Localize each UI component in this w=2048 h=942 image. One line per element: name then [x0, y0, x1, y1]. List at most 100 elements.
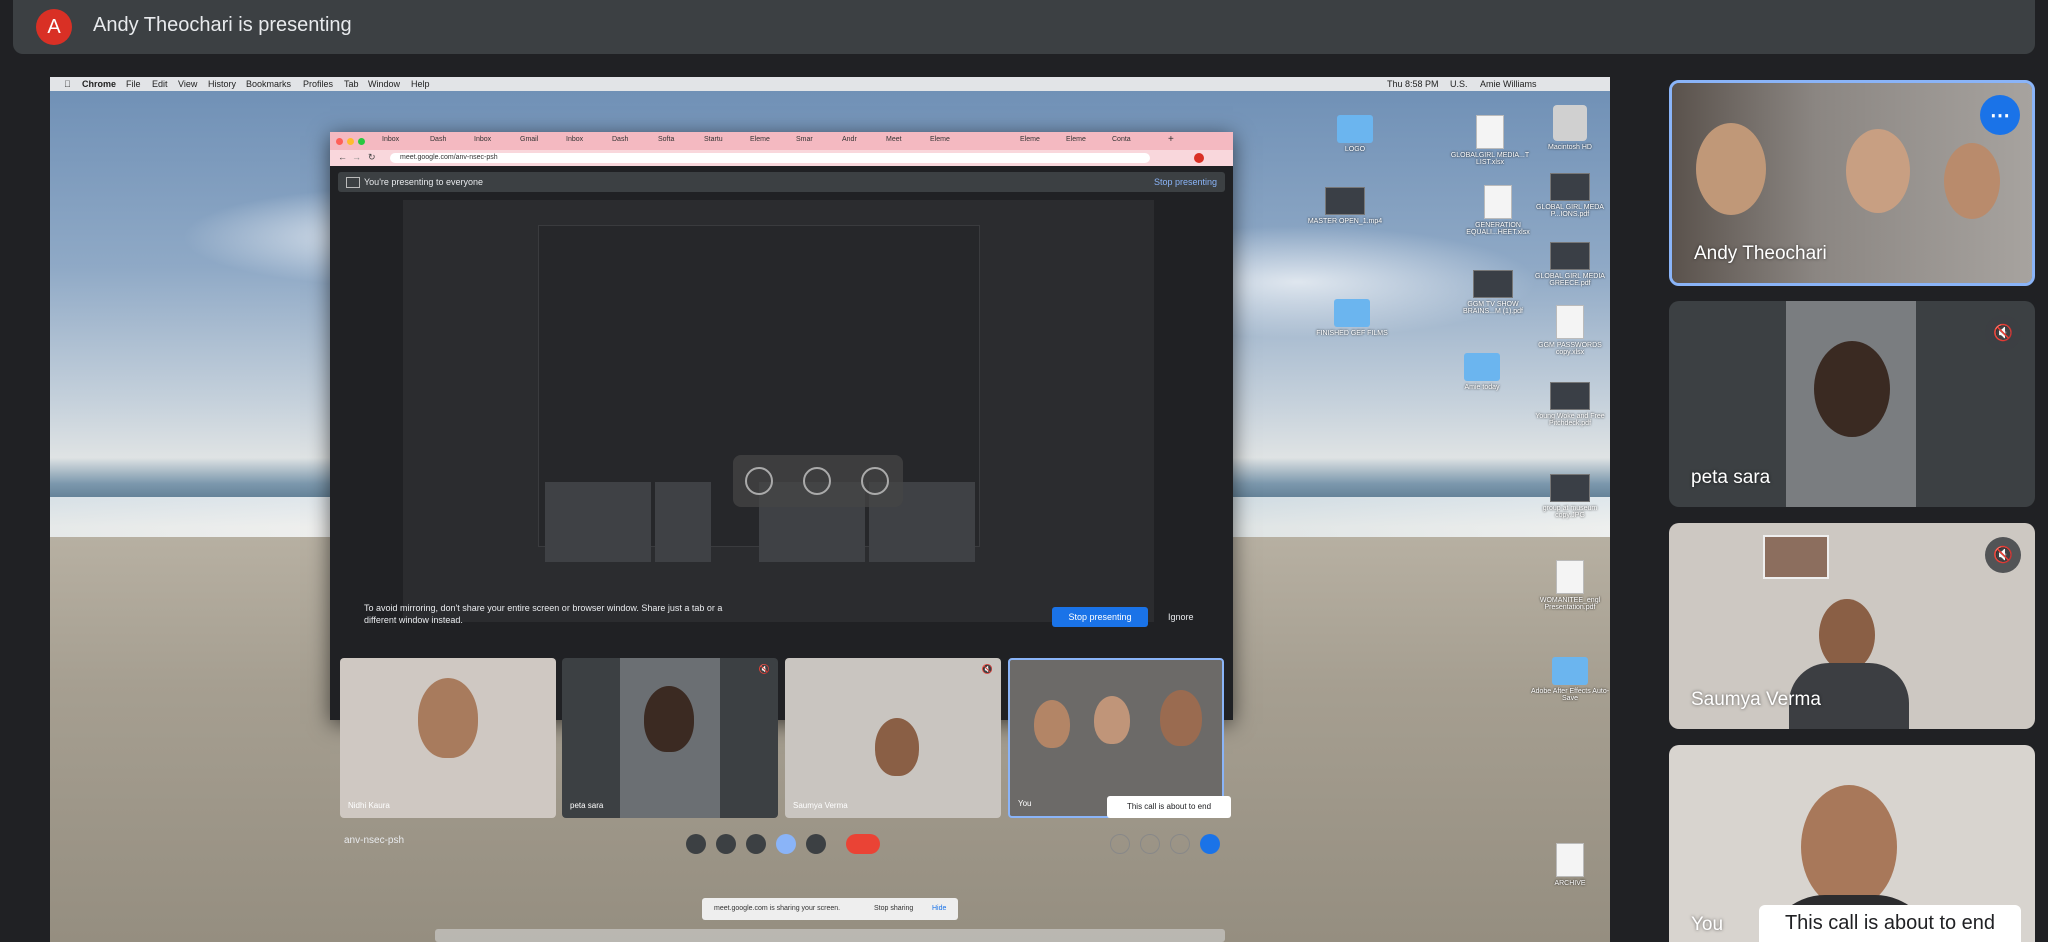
browser-tab[interactable]: Eleme: [1020, 136, 1040, 143]
sidebar-tile[interactable]: 🔇 Saumya Verma: [1669, 523, 2035, 729]
desktop-video[interactable]: MASTER OPEN_1.mp4: [1305, 187, 1385, 225]
desktop-folder-logo[interactable]: LOGO: [1315, 115, 1395, 153]
browser-tab[interactable]: Conta: [1112, 136, 1131, 143]
menu-profiles[interactable]: Profiles: [303, 79, 333, 89]
menubar-region: U.S.: [1450, 79, 1468, 89]
browser-tab[interactable]: Inbox: [474, 136, 491, 143]
participant-name: Saumya Verma: [793, 801, 848, 810]
sidebar-tile-presenter[interactable]: ⋯ Andy Theochari: [1669, 80, 2035, 286]
minimize-window-dot[interactable]: [347, 138, 354, 145]
stop-sharing-button[interactable]: Stop sharing: [874, 905, 913, 912]
spreadsheet-icon: [1484, 185, 1512, 219]
chrome-window: Inbox Dash Inbox Gmail Inbox Dash Softa …: [330, 132, 1233, 854]
more-options-button[interactable]: [806, 834, 826, 854]
browser-tab[interactable]: Eleme: [930, 136, 950, 143]
forward-icon[interactable]: →: [352, 152, 361, 162]
desktop-image[interactable]: group at museum copy.JPG: [1530, 474, 1610, 519]
mirrored-screen: [403, 200, 1154, 622]
chat-icon[interactable]: [1170, 834, 1190, 854]
spreadsheet-icon: [1476, 115, 1504, 149]
info-icon[interactable]: [1110, 834, 1130, 854]
desktop-disk[interactable]: Macintosh HD: [1530, 105, 1610, 151]
presenting-banner: You're presenting to everyone Stop prese…: [338, 172, 1225, 192]
browser-tab[interactable]: Dash: [612, 136, 628, 143]
desktop-folder[interactable]: Amie today: [1442, 353, 1522, 391]
present-button[interactable]: [776, 834, 796, 854]
participant-tile[interactable]: Nidhi Kaura: [340, 658, 556, 818]
captions-button[interactable]: [746, 834, 766, 854]
participant-name: Saumya Verma: [1691, 689, 1821, 710]
desktop-file[interactable]: ARCHIVE: [1530, 843, 1610, 887]
desktop-folder[interactable]: FINISHED GEF FILMS: [1312, 299, 1392, 337]
browser-tab[interactable]: Eleme: [750, 136, 770, 143]
menu-file[interactable]: File: [126, 79, 141, 89]
ignore-button[interactable]: Ignore: [1168, 612, 1194, 622]
people-icon[interactable]: [1140, 834, 1160, 854]
photo-thumbnail-icon: [1550, 474, 1590, 502]
browser-tab[interactable]: Gmail: [520, 136, 538, 143]
menu-history[interactable]: History: [208, 79, 236, 89]
back-icon[interactable]: ←: [338, 152, 347, 162]
more-options-icon[interactable]: ⋯: [1980, 95, 2020, 135]
url-field[interactable]: meet.google.com/anv-nsec-psh: [390, 153, 1150, 163]
menu-bookmarks[interactable]: Bookmarks: [246, 79, 291, 89]
desktop-file[interactable]: GLOBAL GIRL MEDA P...IONS.pdf: [1530, 173, 1610, 218]
mute-icon: [803, 467, 831, 495]
zoom-window-dot[interactable]: [358, 138, 365, 145]
menu-edit[interactable]: Edit: [152, 79, 168, 89]
browser-tab[interactable]: Inbox: [382, 136, 399, 143]
call-ending-tooltip: This call is about to end: [1759, 905, 2021, 942]
remove-icon: [861, 467, 889, 495]
muted-mic-icon: 🔇: [1985, 537, 2021, 573]
pdf-thumbnail-icon: [1473, 270, 1513, 298]
participant-face: [1944, 143, 2000, 219]
folder-icon: [1552, 657, 1588, 685]
pin-icon: [745, 467, 773, 495]
shared-screen:  Chrome File Edit View History Bookmark…: [50, 77, 1610, 942]
browser-tab[interactable]: Smar: [796, 136, 813, 143]
desktop-file[interactable]: Young Woke and Free Pitchdeck.pdf: [1530, 382, 1610, 427]
menu-view[interactable]: View: [178, 79, 197, 89]
new-tab-icon[interactable]: +: [1168, 134, 1174, 145]
desktop-file[interactable]: GLOBAL GIRL MEDIA GREECE.pdf: [1530, 242, 1610, 287]
mic-button[interactable]: [686, 834, 706, 854]
browser-tab[interactable]: Meet: [886, 136, 902, 143]
menu-help[interactable]: Help: [411, 79, 430, 89]
browser-tab[interactable]: Startu: [704, 136, 723, 143]
desktop-file[interactable]: GLOBALGIRL MEDIA...T LIST.xlsx: [1450, 115, 1530, 166]
desktop-file[interactable]: GGM TV SHOW BRAINS...M (1).pdf: [1453, 270, 1533, 315]
participant-face: [1846, 129, 1910, 213]
participant-tile-self[interactable]: You: [1008, 658, 1224, 818]
hide-button[interactable]: Hide: [932, 905, 946, 912]
stop-presenting-button[interactable]: Stop presenting: [1052, 607, 1148, 627]
mac-menubar:  Chrome File Edit View History Bookmark…: [50, 77, 1610, 91]
browser-tab[interactable]: Andr: [842, 136, 857, 143]
menu-tab[interactable]: Tab: [344, 79, 359, 89]
browser-tab[interactable]: Dash: [430, 136, 446, 143]
stop-presenting-link[interactable]: Stop presenting: [1154, 177, 1217, 187]
camera-button[interactable]: [716, 834, 736, 854]
desktop-file[interactable]: GENERATION EQUALI...HEET.xlsx: [1458, 185, 1538, 236]
desktop-file[interactable]: WOMANITEE_engl Presentation.pdf: [1530, 560, 1610, 611]
archive-icon: [1556, 843, 1584, 877]
browser-tab[interactable]: Inbox: [566, 136, 583, 143]
video-thumbnail-icon: [1325, 187, 1365, 215]
activities-button[interactable]: [1200, 834, 1220, 854]
participant-tile[interactable]: 🔇 peta sara: [562, 658, 778, 818]
mac-dock[interactable]: [435, 929, 1225, 942]
participant-tile[interactable]: 🔇 Saumya Verma: [785, 658, 1001, 818]
menu-window[interactable]: Window: [368, 79, 400, 89]
sidebar-tile[interactable]: 🔇 peta sara: [1669, 301, 2035, 507]
reload-icon[interactable]: ↻: [368, 152, 376, 163]
end-call-button[interactable]: [846, 834, 880, 854]
desktop-file[interactable]: GGM PASSWORDS copy.xlsx: [1530, 305, 1610, 356]
close-window-dot[interactable]: [336, 138, 343, 145]
desktop-folder[interactable]: Adobe After Effects Auto-Save: [1530, 657, 1610, 702]
browser-tab[interactable]: Softa: [658, 136, 674, 143]
browser-tab[interactable]: Eleme: [1066, 136, 1086, 143]
mirrored-tile: [655, 482, 711, 562]
participant-face: [1696, 123, 1766, 215]
participant-name: You: [1018, 799, 1032, 808]
sharing-note-text: meet.google.com is sharing your screen.: [714, 905, 841, 912]
profile-avatar[interactable]: [1194, 153, 1204, 163]
